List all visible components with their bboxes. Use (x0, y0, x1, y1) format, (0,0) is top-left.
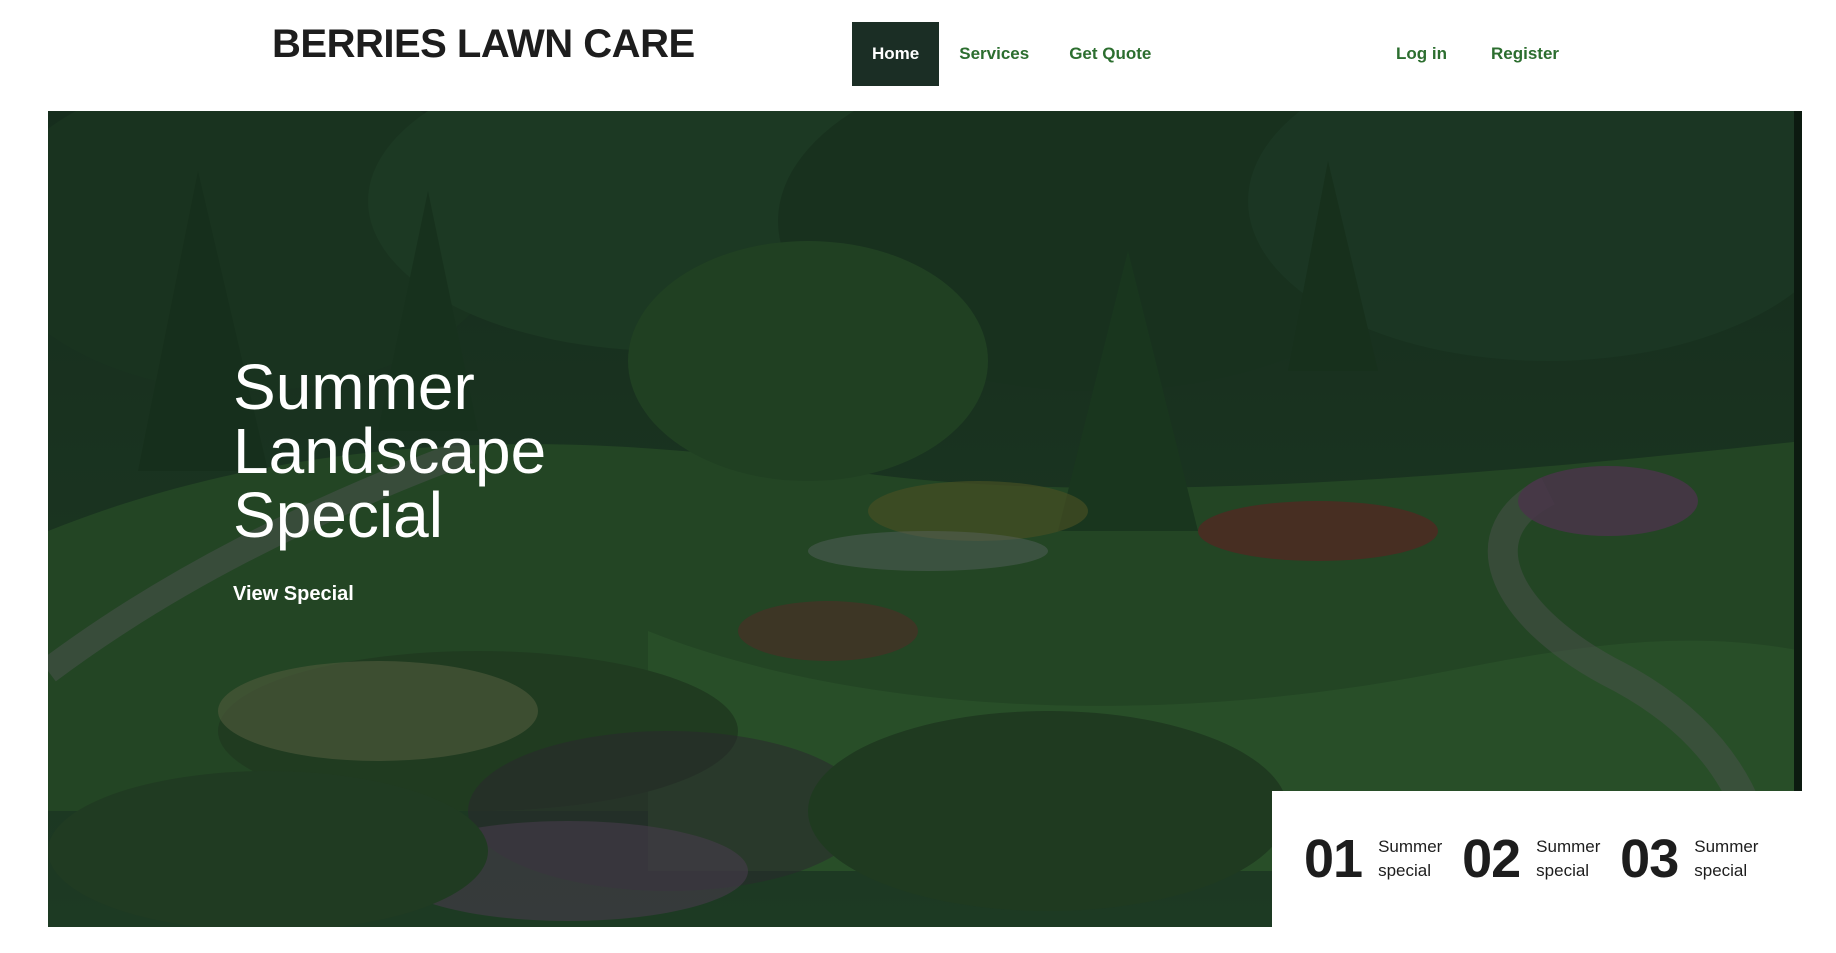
register-link[interactable]: Register (1491, 44, 1559, 64)
auth-links: Log in Register (1396, 22, 1559, 86)
special-label: Summer special (1694, 837, 1759, 880)
view-special-link[interactable]: View Special (233, 583, 354, 606)
special-number: 02 (1462, 829, 1521, 889)
special-label: Summer special (1378, 837, 1443, 880)
special-number: 03 (1620, 829, 1679, 889)
main-nav: Home Services Get Quote (852, 22, 1171, 86)
nav-home[interactable]: Home (852, 22, 940, 86)
hero-title: Summer Landscape Special (233, 351, 547, 551)
page: BERRIES LAWN CARE Home Services Get Quot… (0, 0, 1836, 953)
special-number: 01 (1304, 829, 1363, 889)
brand-logo[interactable]: BERRIES LAWN CARE (272, 22, 695, 67)
special-item[interactable]: 01 Summer special (1304, 828, 1448, 890)
special-label: Summer special (1536, 837, 1601, 880)
special-item[interactable]: 02 Summer special (1462, 828, 1606, 890)
nav-services[interactable]: Services (939, 22, 1049, 86)
special-item[interactable]: 03 Summer special (1620, 828, 1764, 890)
hero-edge-strip (1794, 111, 1802, 791)
specials-panel: 01 Summer special 02 Summer special 03 S… (1272, 791, 1802, 927)
login-link[interactable]: Log in (1396, 44, 1447, 64)
nav-get-quote[interactable]: Get Quote (1049, 22, 1171, 86)
